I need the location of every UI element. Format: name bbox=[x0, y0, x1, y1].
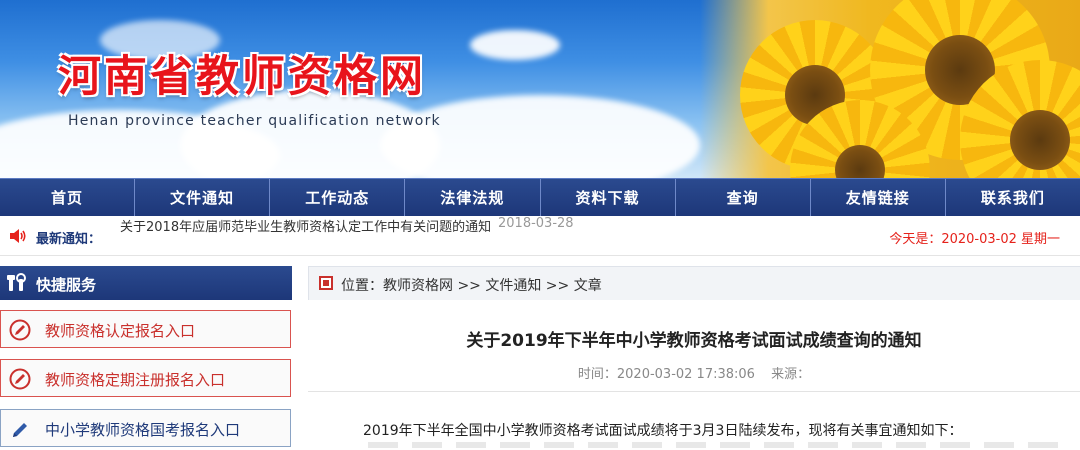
nav-item-query[interactable]: 查询 bbox=[676, 179, 811, 216]
notice-date: 2018-03-28 bbox=[498, 216, 574, 231]
today-date: 今天是：2020-03-02 星期一 bbox=[889, 232, 1060, 247]
location-marker-icon bbox=[319, 276, 333, 290]
article-time: 时间：2020-03-02 17:38:06 bbox=[577, 367, 755, 382]
site-title: 河南省教师资格网 bbox=[58, 52, 426, 102]
notice-label: 最新通知： bbox=[36, 232, 102, 247]
article-meta: 时间：2020-03-02 17:38:06 来源： bbox=[308, 363, 1080, 382]
article-panel: 位置：教师资格网 >> 文件通知 >> 文章 关于2019年下半年中小学教师资格… bbox=[308, 266, 1080, 450]
article-body: 2019年下半年全国中小学教师资格考试面试成绩将于3月3日陆续发布，现将有关事宜… bbox=[363, 423, 963, 439]
breadcrumb: 位置：教师资格网 >> 文件通知 >> 文章 bbox=[341, 278, 602, 294]
main-nav: 首页 文件通知 工作动态 法律法规 资料下载 查询 友情链接 联系我们 bbox=[0, 178, 1080, 216]
side-button-label: 教师资格定期注册报名入口 bbox=[45, 371, 226, 389]
nav-item-laws[interactable]: 法律法规 bbox=[405, 179, 541, 216]
cloud-decoration bbox=[380, 95, 700, 178]
speaker-icon bbox=[10, 229, 26, 243]
site-subtitle: Henan province teacher qualification net… bbox=[68, 113, 441, 129]
quick-service-sidebar: 快捷服务 教师资格认定报名入口 教师资格定期注册报名入口 中小学教师资格国考报名… bbox=[0, 266, 292, 450]
nav-item-contact[interactable]: 联系我们 bbox=[946, 179, 1080, 216]
teacher-cert-signup-button[interactable]: 教师资格认定报名入口 bbox=[0, 310, 291, 348]
periodic-registration-button[interactable]: 教师资格定期注册报名入口 bbox=[0, 359, 291, 397]
nav-item-downloads[interactable]: 资料下载 bbox=[541, 179, 676, 216]
divider bbox=[308, 391, 1080, 392]
national-exam-signup-button[interactable]: 中小学教师资格国考报名入口 bbox=[0, 409, 291, 447]
sunflower-image bbox=[700, 0, 1080, 178]
notice-link[interactable]: 关于2018年应届师范毕业生教师资格认定工作中有关问题的通知 bbox=[120, 216, 491, 235]
quick-service-header: 快捷服务 bbox=[0, 266, 292, 300]
tools-icon bbox=[7, 273, 26, 291]
cropped-text-line bbox=[368, 442, 1068, 448]
article-source: 来源： bbox=[771, 367, 811, 382]
cloud-decoration bbox=[470, 30, 560, 60]
notice-bar: 最新通知： 关于2018年应届师范毕业生教师资格认定工作中有关问题的通知 201… bbox=[0, 216, 1080, 256]
pencil-circle-icon bbox=[9, 368, 31, 390]
pencil-circle-icon bbox=[9, 319, 31, 341]
nav-item-links[interactable]: 友情链接 bbox=[811, 179, 946, 216]
quick-service-title: 快捷服务 bbox=[36, 276, 97, 294]
pencil-icon bbox=[13, 423, 27, 437]
breadcrumb-bar: 位置：教师资格网 >> 文件通知 >> 文章 bbox=[308, 266, 1080, 300]
side-button-label: 教师资格认定报名入口 bbox=[45, 322, 196, 340]
nav-item-home[interactable]: 首页 bbox=[0, 179, 136, 216]
article-title: 关于2019年下半年中小学教师资格考试面试成绩查询的通知 bbox=[466, 331, 922, 351]
side-button-label: 中小学教师资格国考报名入口 bbox=[45, 421, 241, 439]
site-banner: 河南省教师资格网 Henan province teacher qualific… bbox=[0, 0, 1080, 178]
nav-item-work-news[interactable]: 工作动态 bbox=[270, 179, 406, 216]
nav-item-documents[interactable]: 文件通知 bbox=[135, 179, 271, 216]
